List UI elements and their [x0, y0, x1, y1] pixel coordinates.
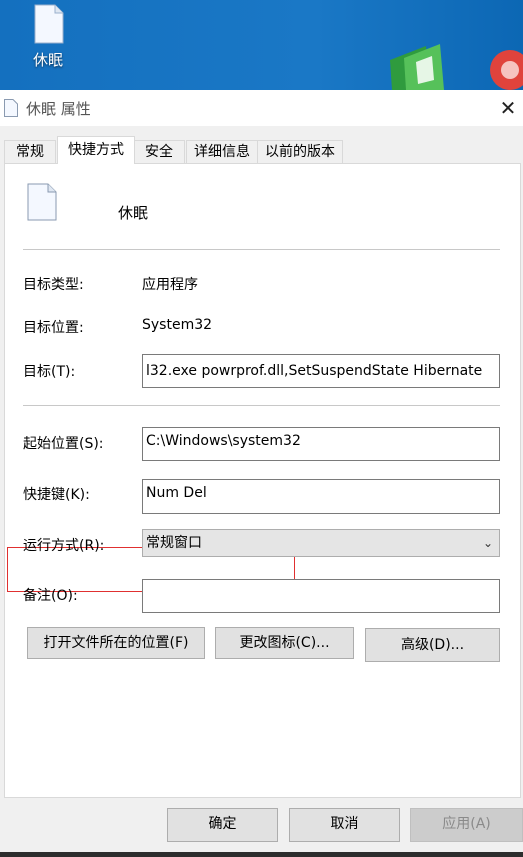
tab-shortcut[interactable]: 快捷方式 — [57, 136, 135, 164]
comment-field[interactable] — [142, 579, 500, 613]
file-icon — [27, 183, 57, 221]
tab-general[interactable]: 常规 — [4, 140, 56, 163]
change-icon-button[interactable]: 更改图标(C)... — [215, 627, 354, 659]
comment-label: 备注(O): — [23, 588, 78, 604]
hotkey-field[interactable]: Num Del — [142, 479, 500, 514]
taskbar-edge — [0, 852, 523, 857]
ok-button[interactable]: 确定 — [167, 808, 278, 842]
target-type-value: 应用程序 — [142, 277, 198, 293]
desktop: 休眠 — [0, 0, 523, 90]
hotkey-label: 快捷键(K): — [23, 487, 90, 503]
start-in-field[interactable]: C:\Windows\system32 — [142, 427, 500, 461]
close-icon[interactable]: ✕ — [496, 96, 520, 120]
apply-button[interactable]: 应用(A) — [410, 808, 523, 842]
app-icon-red[interactable] — [480, 40, 523, 90]
app-icon-green[interactable] — [386, 40, 448, 90]
target-label: 目标(T): — [23, 364, 76, 380]
window-title: 休眠 属性 — [26, 100, 91, 118]
advanced-button[interactable]: 高级(D)... — [365, 628, 500, 662]
shortcut-panel: 休眠 目标类型: 应用程序 目标位置: System32 目标(T): l32.… — [4, 163, 521, 798]
run-select[interactable]: 常规窗口 ⌄ — [142, 529, 500, 557]
desktop-shortcut[interactable]: 休眠 — [8, 2, 88, 72]
desktop-shortcut-label: 休眠 — [32, 51, 63, 69]
tab-details[interactable]: 详细信息 — [186, 140, 258, 163]
chevron-down-icon: ⌄ — [482, 536, 493, 550]
open-file-location-button[interactable]: 打开文件所在的位置(F) — [27, 627, 205, 659]
title-bar: 休眠 属性 ✕ — [0, 90, 523, 126]
target-location-label: 目标位置: — [23, 320, 84, 336]
run-label: 运行方式(R): — [23, 538, 105, 554]
tab-security[interactable]: 安全 — [133, 140, 185, 163]
run-select-value: 常规窗口 — [146, 535, 202, 551]
shortcut-name: 休眠 — [118, 204, 149, 222]
divider — [23, 405, 500, 406]
tab-previous-versions[interactable]: 以前的版本 — [257, 140, 343, 163]
cancel-button[interactable]: 取消 — [289, 808, 400, 842]
divider — [23, 249, 500, 250]
properties-dialog: 休眠 属性 ✕ 常规 快捷方式 安全 详细信息 以前的版本 休眠 目标类型: 应… — [0, 90, 523, 857]
start-in-label: 起始位置(S): — [23, 436, 104, 452]
file-icon — [4, 99, 18, 117]
target-location-value: System32 — [142, 317, 213, 333]
target-field[interactable]: l32.exe powrprof.dll,SetSuspendState Hib… — [142, 354, 500, 388]
file-icon — [34, 4, 64, 44]
target-type-label: 目标类型: — [23, 277, 84, 293]
